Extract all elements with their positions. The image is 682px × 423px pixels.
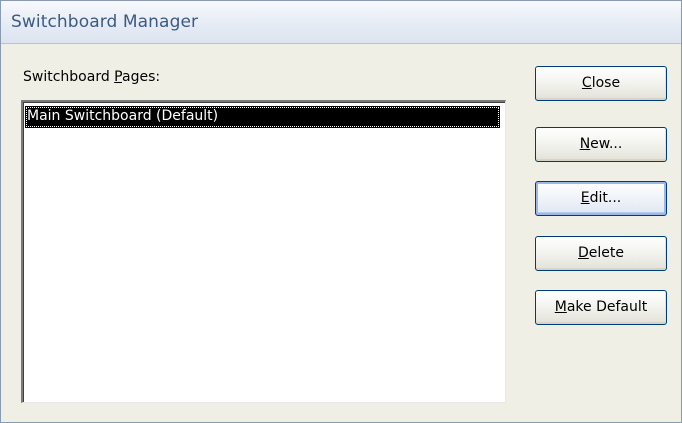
list-item-main-switchboard[interactable]: Main Switchboard (Default) — [25, 106, 500, 128]
close-button-accelerator: C — [581, 75, 592, 91]
title-bar[interactable]: Switchboard Manager — [1, 1, 681, 44]
switchboard-pages-label: Switchboard Pages: — [23, 69, 160, 85]
switchboard-manager-dialog: Switchboard Manager Switchboard Pages: M… — [0, 0, 682, 423]
new-button-label: ew... — [590, 136, 623, 152]
close-button-label: lose — [591, 75, 621, 91]
pages-label-text-rest: ages: — [122, 69, 161, 85]
switchboard-pages-list[interactable]: Main Switchboard (Default) — [21, 100, 506, 403]
pages-label-accelerator: P — [114, 69, 122, 85]
delete-button[interactable]: Delete — [535, 236, 667, 271]
make-default-button-label: ake Default — [566, 299, 648, 315]
delete-button-label: elete — [588, 245, 624, 261]
delete-button-accelerator: D — [578, 245, 589, 261]
close-button[interactable]: Close — [535, 66, 667, 101]
window-title: Switchboard Manager — [11, 12, 199, 32]
edit-button[interactable]: Edit... — [535, 181, 667, 216]
new-button-accelerator: N — [579, 136, 591, 152]
make-default-button-accelerator: M — [554, 299, 567, 315]
edit-button-label: dit... — [589, 190, 622, 206]
make-default-button[interactable]: Make Default — [535, 290, 667, 325]
new-button[interactable]: New... — [535, 127, 667, 162]
edit-button-accelerator: E — [580, 190, 590, 206]
pages-label-text: Switchboard — [23, 69, 115, 85]
